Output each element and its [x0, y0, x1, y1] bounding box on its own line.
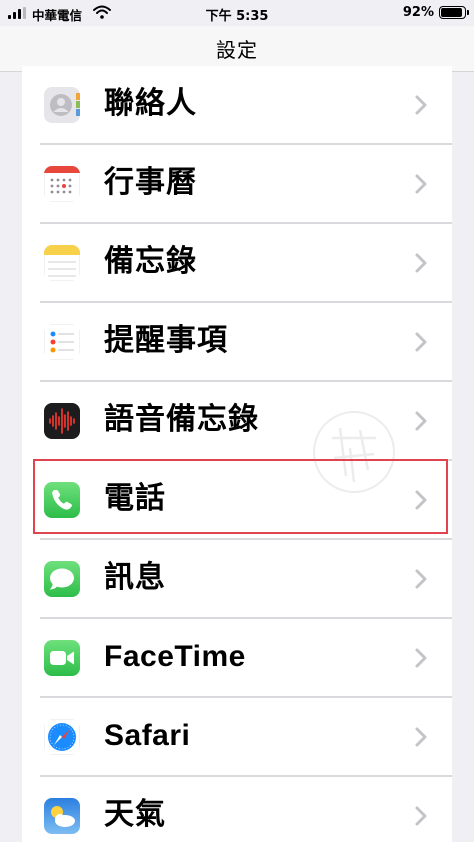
- settings-row-voice-memos[interactable]: 語音備忘錄: [22, 382, 452, 461]
- reminders-icon: [44, 324, 80, 360]
- settings-row-facetime[interactable]: FaceTime: [22, 619, 452, 698]
- settings-row-label: 語音備忘錄: [104, 402, 259, 437]
- weather-icon: [44, 798, 80, 834]
- calendar-icon: [44, 166, 80, 202]
- page-title: 設定: [216, 38, 258, 62]
- notes-icon: [44, 245, 80, 281]
- chevron-right-icon: [415, 174, 427, 194]
- settings-list: 聯絡人 行事曆 備忘錄 提醒事項 語音備忘錄 電話 訊息 FaceTime Sa…: [22, 66, 452, 842]
- voice-memos-icon: [44, 403, 80, 439]
- chevron-right-icon: [415, 95, 427, 115]
- chevron-right-icon: [415, 648, 427, 668]
- settings-row-safari[interactable]: Safari: [22, 698, 452, 777]
- chevron-right-icon: [415, 806, 427, 826]
- settings-row-reminders[interactable]: 提醒事項: [22, 303, 452, 382]
- settings-row-calendar[interactable]: 行事曆: [22, 145, 452, 224]
- settings-row-label: 電話: [104, 481, 166, 516]
- chevron-right-icon: [415, 411, 427, 431]
- settings-row-label: 天氣: [104, 797, 166, 832]
- contacts-icon: [44, 87, 80, 123]
- settings-row-label: 訊息: [104, 560, 166, 595]
- chevron-right-icon: [415, 569, 427, 589]
- settings-row-phone[interactable]: 電話: [22, 461, 452, 540]
- facetime-icon: [44, 640, 80, 676]
- settings-row-label: 提醒事項: [104, 323, 228, 358]
- battery-icon: [439, 6, 469, 19]
- settings-screen: 中華電信 下午 5:35 92% 設定 聯絡人 行事曆 備忘錄 提醒事項 語音備…: [0, 0, 474, 842]
- settings-row-contacts[interactable]: 聯絡人: [22, 66, 452, 145]
- battery-percentage: 92%: [402, 5, 434, 20]
- chevron-right-icon: [415, 253, 427, 273]
- safari-icon: [44, 719, 80, 755]
- chevron-right-icon: [415, 490, 427, 510]
- messages-icon: [44, 561, 80, 597]
- settings-row-label: Safari: [104, 719, 191, 752]
- settings-row-label: 備忘錄: [104, 244, 197, 279]
- settings-row-label: 聯絡人: [104, 86, 197, 121]
- settings-row-messages[interactable]: 訊息: [22, 540, 452, 619]
- settings-row-label: 行事曆: [104, 165, 197, 200]
- status-bar: 中華電信 下午 5:35 92%: [0, 0, 474, 26]
- phone-icon: [44, 482, 80, 518]
- settings-row-weather[interactable]: 天氣: [22, 777, 452, 842]
- settings-row-label: FaceTime: [104, 640, 246, 673]
- chevron-right-icon: [415, 332, 427, 352]
- settings-row-notes[interactable]: 備忘錄: [22, 224, 452, 303]
- chevron-right-icon: [415, 727, 427, 747]
